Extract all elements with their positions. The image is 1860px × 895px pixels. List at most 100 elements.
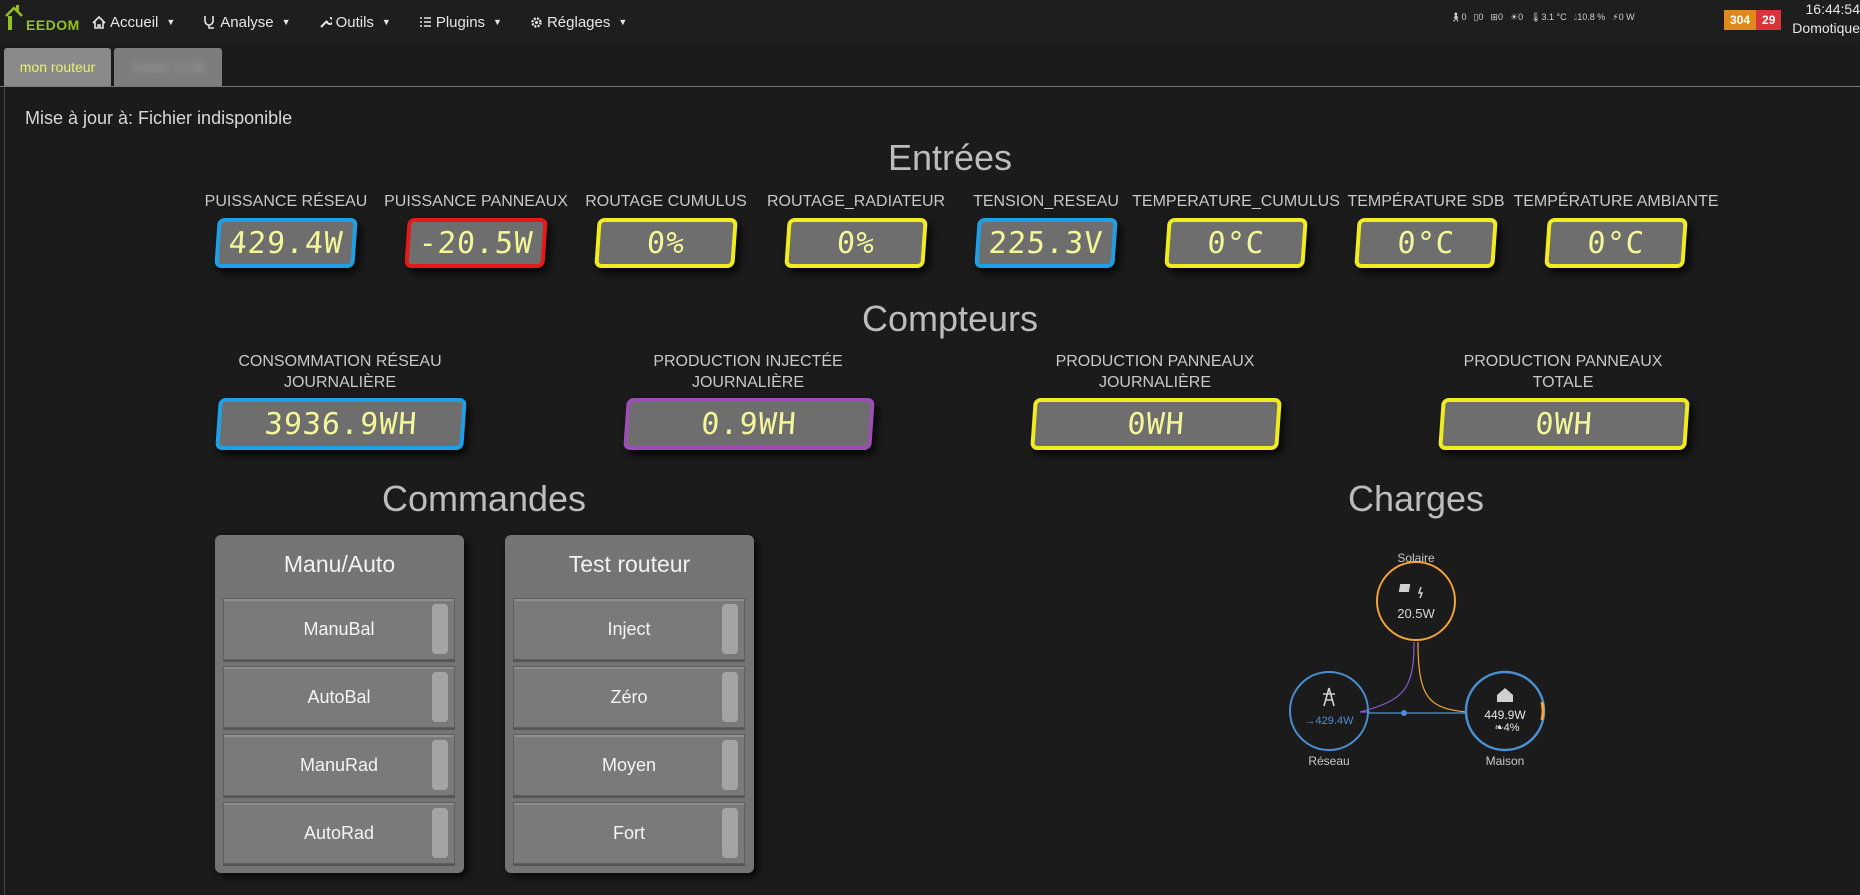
compteur-value-display: 3936.9WH bbox=[215, 398, 467, 450]
compteur-label: CONSOMMATION RÉSEAU JOURNALIÈRE bbox=[238, 351, 441, 393]
compteur-label: PRODUCTION INJECTÉE JOURNALIÈRE bbox=[653, 351, 842, 393]
power-flow-diagram bbox=[1289, 561, 1546, 752]
light-status[interactable]: ☀0 bbox=[1510, 12, 1523, 23]
menu-accueil[interactable]: Accueil ▼ bbox=[92, 14, 175, 31]
home-icon bbox=[92, 15, 106, 29]
button-handle bbox=[432, 808, 448, 858]
transmission-tower-icon bbox=[1323, 687, 1335, 707]
panel-test-routeur: Test routeur Inject Zéro Moyen Fort bbox=[505, 535, 754, 873]
commandes-title: Commandes bbox=[381, 478, 587, 519]
alerts-badge[interactable]: 29 bbox=[1756, 10, 1782, 30]
entree-label: TEMPÉRATURE AMBIANTE bbox=[1513, 193, 1719, 210]
entree-value-display: 0% bbox=[594, 218, 738, 268]
entree-value-display: -20.5W bbox=[404, 218, 548, 268]
caret-down-icon: ▼ bbox=[166, 17, 176, 27]
home-value: 449.9W bbox=[1484, 708, 1526, 722]
house-logo-icon bbox=[5, 5, 23, 30]
home-label: Maison bbox=[1485, 754, 1525, 768]
door-status[interactable]: ▯0 bbox=[1473, 12, 1483, 23]
jeedom-logo[interactable]: EEDOM bbox=[4, 4, 79, 34]
clock-time: 16:44:54 bbox=[1805, 1, 1860, 17]
manurad-button[interactable]: ManuRad bbox=[223, 734, 455, 796]
caret-down-icon: ▼ bbox=[618, 17, 628, 27]
solar-circle[interactable] bbox=[1376, 561, 1456, 641]
inject-button[interactable]: Inject bbox=[513, 598, 745, 660]
entree-value-display: 0% bbox=[784, 218, 928, 268]
compteur-label-line2: JOURNALIÈRE bbox=[691, 374, 805, 391]
wrench-icon bbox=[319, 16, 332, 28]
motion-status[interactable]: 🚶︎0 bbox=[1450, 12, 1466, 23]
button-handle bbox=[432, 672, 448, 722]
motion-icon: 🚶︎ bbox=[1450, 12, 1462, 22]
home-percent: ❧4% bbox=[1494, 722, 1520, 734]
stethoscope-icon bbox=[204, 16, 215, 29]
menu-accueil-label: Accueil bbox=[110, 13, 159, 31]
panel-manu-auto-title: Manu/Auto bbox=[283, 551, 396, 577]
menu-plugins-label: Plugins bbox=[435, 13, 486, 31]
zero-button[interactable]: Zéro bbox=[513, 666, 745, 728]
flow-dot bbox=[1401, 710, 1407, 716]
autorad-button[interactable]: AutoRad bbox=[223, 802, 455, 864]
grid-circle[interactable] bbox=[1289, 671, 1369, 751]
compteur-label-line1: PRODUCTION PANNEAUX bbox=[1463, 353, 1663, 370]
menu-analyse[interactable]: Analyse ▼ bbox=[203, 14, 291, 31]
list-icon bbox=[419, 17, 431, 27]
grid-label: Réseau bbox=[1308, 754, 1350, 768]
charges-title: Charges bbox=[1347, 478, 1485, 519]
button-handle bbox=[432, 740, 448, 790]
compteurs-title: Compteurs bbox=[861, 298, 1039, 339]
temperature-status[interactable]: 🌡︎3.1 °C bbox=[1530, 12, 1567, 23]
compteur-label-line1: CONSOMMATION RÉSEAU bbox=[238, 353, 442, 370]
light-icon: ☀ bbox=[1509, 12, 1519, 22]
autobal-button[interactable]: AutoBal bbox=[223, 666, 455, 728]
entree-value-display: 225.3V bbox=[974, 218, 1118, 268]
button-handle bbox=[722, 672, 738, 722]
grid-value: →429.4W bbox=[1304, 715, 1354, 727]
entree-label: ROUTAGE CUMULUS bbox=[585, 193, 747, 210]
design-tabs: mon routeur Atelier CUB bbox=[0, 44, 1860, 87]
messages-badge[interactable]: 304 bbox=[1724, 10, 1757, 30]
entree-label: TEMPÉRATURE SDB bbox=[1347, 193, 1505, 210]
caret-down-icon: ▼ bbox=[281, 17, 291, 27]
panel-manu-auto: Manu/Auto ManuBal AutoBal ManuRad AutoRa… bbox=[215, 535, 464, 873]
entree-label: PUISSANCE PANNEAUX bbox=[384, 193, 568, 210]
window-icon: ⊞ bbox=[1490, 12, 1498, 22]
manubal-button[interactable]: ManuBal bbox=[223, 598, 455, 660]
caret-down-icon: ▼ bbox=[493, 17, 502, 27]
compteur-label-line1: PRODUCTION PANNEAUX bbox=[1055, 353, 1255, 370]
power-flow-card: Solaire 20.5W →429.4W Réseau 449.9W ❧4% … bbox=[1280, 540, 1580, 780]
house-icon bbox=[1497, 688, 1513, 702]
solar-to-home-line bbox=[1417, 641, 1467, 713]
compteur-label: PRODUCTION PANNEAUX JOURNALIÈRE bbox=[1056, 351, 1255, 393]
status-summary: 🚶︎0 ▯0 ⊞0 ☀0 🌡︎3.1 °C 💧︎10.8 % ⚡︎0 W bbox=[1450, 12, 1635, 23]
leaf-icon: ❧ bbox=[1494, 722, 1504, 734]
menu-reglages-label: Réglages bbox=[546, 13, 611, 31]
entree-label: TENSION_RESEAU bbox=[973, 193, 1119, 210]
window-status[interactable]: ⊞0 bbox=[1490, 12, 1503, 23]
compteur-value-display: 0WH bbox=[1030, 398, 1282, 450]
top-navbar: EEDOM Accueil ▼ Analyse ▼ Outils ▼ Plugins ▼… bbox=[0, 0, 1860, 44]
menu-outils-label: Outils bbox=[335, 13, 374, 31]
main-menu: Accueil ▼ Analyse ▼ Outils ▼ Plugins ▼ Régla… bbox=[92, 0, 655, 44]
gear-icon bbox=[531, 16, 542, 28]
tab-atelier[interactable]: Atelier CUB bbox=[114, 48, 222, 86]
fort-button[interactable]: Fort bbox=[513, 802, 745, 864]
humidity-status[interactable]: 💧︎10.8 % bbox=[1574, 12, 1606, 23]
menu-outils[interactable]: Outils ▼ bbox=[319, 14, 391, 31]
compteur-value-display: 0.9WH bbox=[623, 398, 875, 450]
button-handle bbox=[722, 808, 738, 858]
moyen-button[interactable]: Moyen bbox=[513, 734, 745, 796]
entree-label: PUISSANCE RÉSEAU bbox=[204, 193, 368, 210]
compteur-value-display: 0WH bbox=[1438, 398, 1690, 450]
tab-mon-routeur[interactable]: mon routeur bbox=[4, 48, 111, 86]
clock: 16:44:54 Domotique bbox=[1790, 0, 1860, 38]
entree-value-display: 0°C bbox=[1164, 218, 1308, 268]
power-status[interactable]: ⚡︎0 W bbox=[1612, 12, 1634, 23]
menu-plugins[interactable]: Plugins ▼ bbox=[419, 14, 502, 31]
menu-reglages[interactable]: Réglages ▼ bbox=[530, 14, 627, 31]
user-name[interactable]: Domotique bbox=[1790, 19, 1860, 38]
compteur-label-line2: JOURNALIÈRE bbox=[1098, 374, 1212, 391]
entree-value-display: 429.4W bbox=[214, 218, 358, 268]
caret-down-icon: ▼ bbox=[381, 17, 391, 27]
entree-label: ROUTAGE_RADIATEUR bbox=[766, 193, 946, 210]
